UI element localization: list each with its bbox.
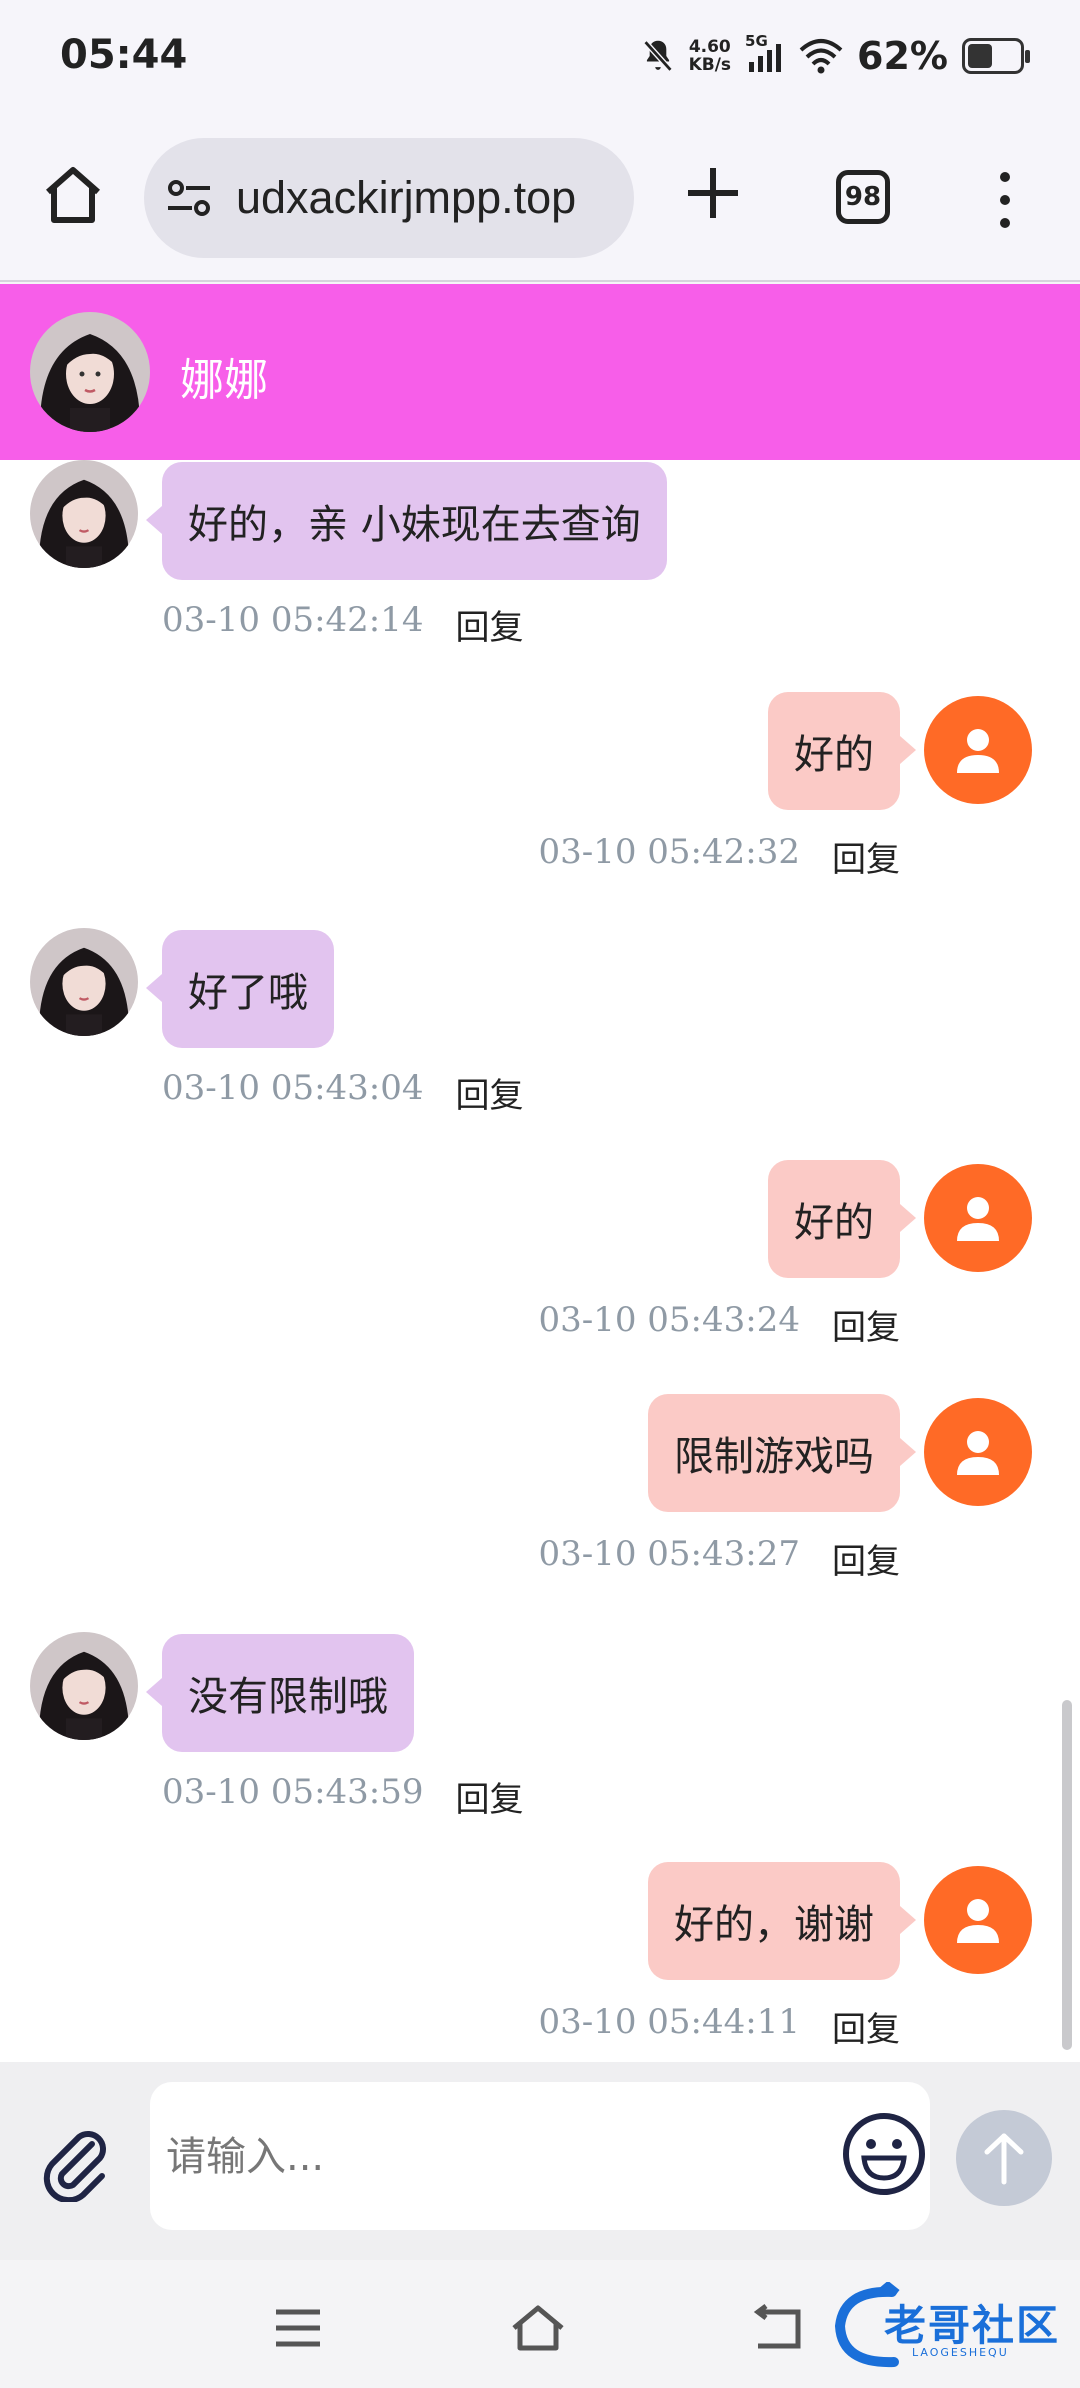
scrollbar[interactable] <box>1062 1700 1072 2050</box>
reply-button[interactable]: 回复 <box>832 1300 900 1349</box>
contact-avatar[interactable] <box>30 312 150 432</box>
watermark-logo: 老哥社区 LAOGESHEQU <box>832 2282 1068 2370</box>
message-input-box <box>150 2082 930 2230</box>
message-item: 好的，谢谢 03-10 05:44:11 回复 <box>0 1862 1080 2050</box>
message-bubble: 没有限制哦 <box>146 1634 414 1752</box>
net-speed: 4.60 KB/s <box>688 37 732 75</box>
reply-button[interactable]: 回复 <box>456 1068 524 1117</box>
user-avatar <box>924 696 1032 804</box>
message-meta: 03-10 05:43:04 回复 <box>162 1068 524 1117</box>
message-item: 没有限制哦 03-10 05:43:59 回复 <box>0 1632 1080 1820</box>
send-button[interactable] <box>956 2110 1052 2206</box>
message-meta: 03-10 05:42:32 回复 <box>538 832 900 881</box>
message-bubble: 好的，亲 小妹现在去查询 <box>146 462 667 580</box>
message-item: 好的，亲 小妹现在去查询 03-10 05:42:14 回复 <box>0 460 1080 648</box>
message-bubble: 好的 <box>768 692 916 810</box>
reply-button[interactable]: 回复 <box>832 1534 900 1583</box>
bell-off-icon <box>643 40 673 72</box>
contact-avatar <box>30 1632 138 1740</box>
user-avatar <box>924 1398 1032 1506</box>
message-item: 限制游戏吗 03-10 05:43:27 回复 <box>0 1394 1080 1582</box>
message-item: 好的 03-10 05:43:24 回复 <box>0 1160 1080 1348</box>
message-timestamp: 03-10 05:43:59 <box>162 1772 424 1812</box>
reply-button[interactable]: 回复 <box>832 832 900 881</box>
message-meta: 03-10 05:44:11 回复 <box>538 2002 900 2051</box>
browser-toolbar: udxackirjmpp.top 98 <box>0 120 1080 282</box>
menu-icon[interactable] <box>268 2298 328 2358</box>
url-text: udxackirjmpp.top <box>236 172 577 223</box>
back-icon[interactable] <box>748 2298 808 2358</box>
message-bubble: 好的，谢谢 <box>648 1862 916 1980</box>
more-menu-icon[interactable] <box>990 165 1020 235</box>
message-bubble: 好的 <box>768 1160 916 1278</box>
user-icon <box>957 1431 999 1475</box>
status-icons: 4.60 KB/s 5G 62% <box>641 32 1030 78</box>
composer-bar <box>0 2062 1080 2260</box>
message-meta: 03-10 05:42:14 回复 <box>162 600 524 649</box>
message-meta: 03-10 05:43:27 回复 <box>538 1534 900 1583</box>
message-input[interactable] <box>166 2112 826 2202</box>
reply-button[interactable]: 回复 <box>832 2002 900 2051</box>
user-icon <box>957 1899 999 1943</box>
message-timestamp: 03-10 05:43:04 <box>162 1068 424 1108</box>
site-settings-icon[interactable] <box>166 178 212 218</box>
emoji-icon[interactable] <box>840 2110 928 2198</box>
message-meta: 03-10 05:43:59 回复 <box>162 1772 524 1821</box>
cell-signal-icon: 5G <box>745 32 785 76</box>
chat-header: 娜娜 <box>0 284 1080 460</box>
watermark-subtitle: LAOGESHEQU <box>912 2346 1009 2359</box>
contact-avatar <box>30 928 138 1036</box>
watermark-title: 老哥社区 <box>884 2301 1061 2350</box>
message-timestamp: 03-10 05:42:14 <box>162 600 424 640</box>
message-item: 好了哦 03-10 05:43:04 回复 <box>0 928 1080 1116</box>
reply-button[interactable]: 回复 <box>456 600 524 649</box>
user-avatar <box>924 1164 1032 1272</box>
arrow-up-icon <box>984 2133 1024 2185</box>
system-nav-bar: 老哥社区 LAOGESHEQU <box>0 2260 1080 2388</box>
user-avatar <box>924 1866 1032 1974</box>
message-bubble: 好了哦 <box>146 930 334 1048</box>
paperclip-icon[interactable] <box>36 2122 116 2202</box>
contact-avatar <box>30 460 138 568</box>
user-icon <box>957 1197 999 1241</box>
wifi-icon <box>799 39 843 74</box>
message-timestamp: 03-10 05:44:11 <box>538 2002 800 2042</box>
home-icon[interactable] <box>38 160 108 230</box>
message-timestamp: 03-10 05:43:24 <box>538 1300 800 1340</box>
status-time: 05:44 <box>60 32 188 78</box>
new-tab-icon[interactable] <box>680 160 746 226</box>
battery-icon <box>962 38 1030 74</box>
reply-button[interactable]: 回复 <box>456 1772 524 1821</box>
message-list[interactable]: 好的，亲 小妹现在去查询 03-10 05:42:14 回复 好的 03-10 … <box>0 460 1080 2062</box>
contact-name: 娜娜 <box>180 355 268 406</box>
tab-switcher-button[interactable]: 98 <box>836 170 890 224</box>
battery-percent: 62% <box>857 34 948 78</box>
message-meta: 03-10 05:43:24 回复 <box>538 1300 900 1349</box>
message-bubble: 限制游戏吗 <box>648 1394 916 1512</box>
nav-home-icon[interactable] <box>508 2298 568 2358</box>
address-bar[interactable]: udxackirjmpp.top <box>144 138 634 258</box>
message-item: 好的 03-10 05:42:32 回复 <box>0 692 1080 880</box>
message-timestamp: 03-10 05:42:32 <box>538 832 800 872</box>
message-timestamp: 03-10 05:43:27 <box>538 1534 800 1574</box>
user-icon <box>957 729 999 773</box>
status-bar: 05:44 4.60 KB/s 5G 62% <box>0 0 1080 120</box>
